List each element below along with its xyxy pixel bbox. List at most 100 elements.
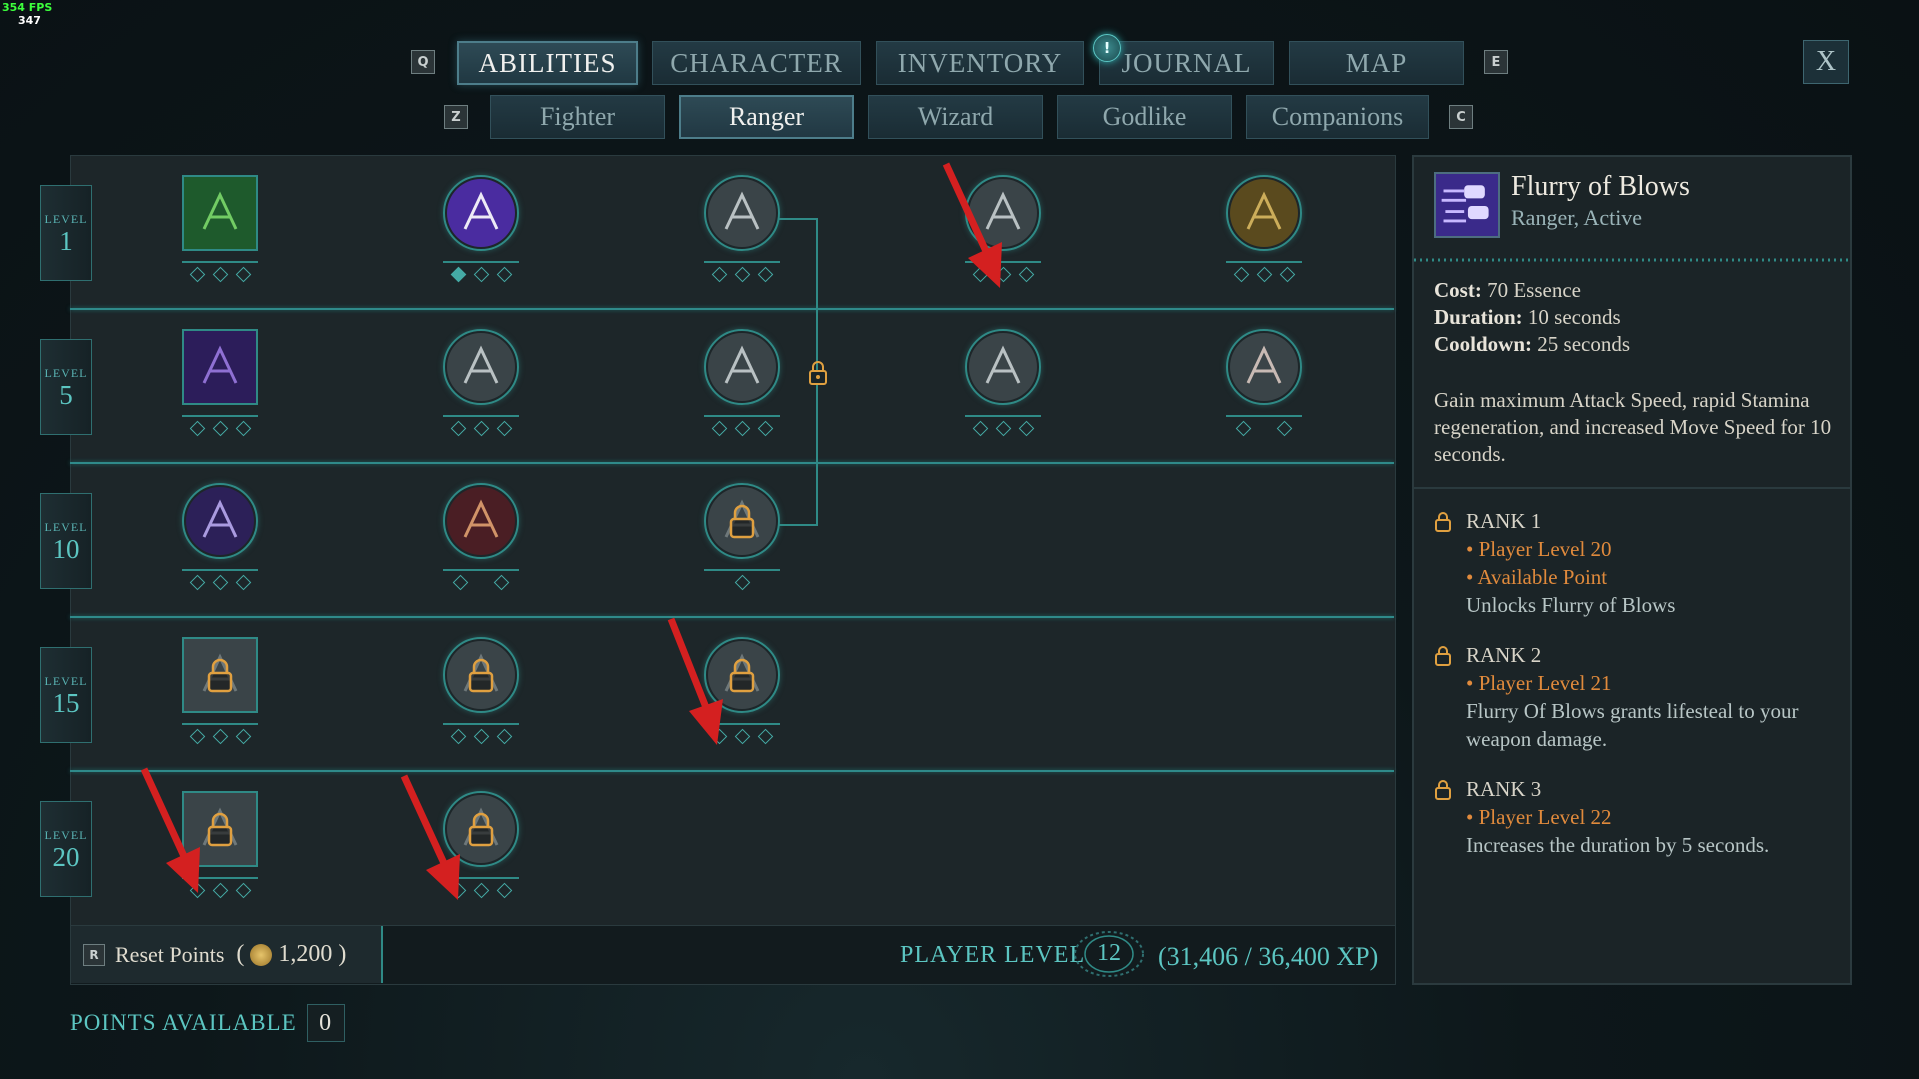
close-button[interactable]: X (1803, 40, 1849, 84)
rank-underline (965, 415, 1041, 417)
rank-pip (493, 574, 510, 591)
divider (1414, 258, 1850, 262)
subtab-companions[interactable]: Companions (1246, 95, 1429, 139)
rank-underline (443, 261, 519, 263)
subtab-godlike[interactable]: Godlike (1057, 95, 1232, 139)
points-available: POINTS AVAILABLE 0 (70, 1004, 345, 1042)
rank-requirement: • Player Level 22 (1466, 805, 1612, 829)
level-badge: LEVEL 15 (40, 647, 92, 743)
ability-node[interactable] (182, 637, 258, 713)
ability-node[interactable] (704, 483, 780, 559)
ability-node[interactable] (443, 329, 519, 405)
row-separator (70, 770, 1394, 772)
tab-journal[interactable]: JOURNAL (1099, 41, 1274, 85)
divider (1414, 487, 1850, 489)
rank-pips (692, 574, 792, 591)
subtab-fighter[interactable]: Fighter (490, 95, 665, 139)
rank-pips (170, 574, 270, 591)
ability-node[interactable] (182, 175, 258, 251)
duration-value: 10 seconds (1527, 305, 1621, 329)
fps-label: 354 FPS (2, 1, 53, 14)
rank-pip (734, 266, 750, 283)
cooldown-value: 25 seconds (1537, 332, 1631, 356)
level-word: LEVEL (44, 211, 88, 226)
rank-pip (450, 420, 466, 437)
rank-pip (1235, 420, 1252, 437)
flurry-fists-icon (1434, 172, 1500, 238)
rank-underline (182, 415, 258, 417)
tab-inventory[interactable]: INVENTORY (876, 41, 1084, 85)
ability-node[interactable] (704, 329, 780, 405)
ability-node[interactable] (443, 637, 519, 713)
key-hint-q[interactable]: Q (411, 50, 435, 74)
cost-value: 70 Essence (1487, 278, 1581, 302)
reset-points-button[interactable]: R Reset Points (1,200) (71, 926, 383, 983)
rank-pip (972, 420, 988, 437)
prerequisite-connector (778, 218, 818, 220)
rank-underline (182, 569, 258, 571)
lock-icon (1435, 646, 1451, 666)
ability-node[interactable] (443, 483, 519, 559)
rank-pip (212, 728, 228, 745)
rank-requirement: • Available Point (1466, 565, 1608, 589)
rank-pip (235, 728, 251, 745)
rank-pip (757, 266, 773, 283)
ability-description: Gain maximum Attack Speed, rapid Stamina… (1434, 388, 1832, 466)
running-figure-icon (184, 331, 256, 403)
rank-pip (734, 728, 750, 745)
rank-requirement: • Player Level 20 (1466, 537, 1612, 561)
key-hint-c[interactable]: C (1449, 105, 1473, 129)
rank-underline (443, 723, 519, 725)
red-arrow-icon (667, 617, 723, 745)
rank-pip (235, 882, 251, 899)
rank-pip (473, 420, 489, 437)
fps-counter: 354 FPS 347 (2, 1, 52, 27)
tab-map[interactable]: MAP (1289, 41, 1464, 85)
ability-node[interactable] (704, 175, 780, 251)
rank-pips (170, 266, 270, 283)
ability-node[interactable] (1226, 329, 1302, 405)
cost-label: Cost: (1434, 278, 1482, 302)
locked-chevron-icon (447, 641, 515, 709)
level-word: LEVEL (44, 673, 88, 688)
level-badge: LEVEL 1 (40, 185, 92, 281)
rank-pip (235, 574, 251, 591)
key-hint-e[interactable]: E (1484, 50, 1508, 74)
ability-node[interactable] (1226, 175, 1302, 251)
golden-wing-icon (1230, 179, 1298, 247)
red-arrows-icon (447, 487, 515, 555)
rank-underline (704, 261, 780, 263)
rank-pip (1256, 266, 1272, 283)
tab-abilities[interactable]: ABILITIES (457, 41, 638, 85)
red-arrow-icon (942, 162, 1002, 288)
rank-pip (1018, 420, 1034, 437)
green-vine-icon (184, 177, 256, 249)
rank-pip (212, 420, 228, 437)
reset-cost-value: 1,200 (278, 941, 333, 967)
red-arrow-icon (140, 767, 200, 893)
rank-2: RANK 2 • Player Level 21 Flurry Of Blows… (1434, 641, 1834, 753)
rank-pip (189, 420, 205, 437)
level-word: LEVEL (44, 365, 88, 380)
rank-pip (450, 266, 466, 283)
rank-pips (1214, 420, 1314, 437)
rank-pip (496, 882, 512, 899)
rank-pip (212, 266, 228, 283)
rank-pips (953, 420, 1053, 437)
tab-character[interactable]: CHARACTER (652, 41, 861, 85)
rank-pip (757, 420, 773, 437)
rank-3: RANK 3 • Player Level 22 Increases the d… (1434, 775, 1769, 859)
rank-effect: Increases the duration by 5 seconds. (1466, 833, 1770, 857)
ability-node[interactable] (443, 175, 519, 251)
ability-node[interactable] (182, 483, 258, 559)
red-arrow-icon (400, 774, 460, 900)
rank-pip (757, 728, 773, 745)
rank-pip (496, 420, 512, 437)
subtab-wizard[interactable]: Wizard (868, 95, 1043, 139)
subtab-ranger[interactable]: Ranger (679, 95, 854, 139)
level-word: LEVEL (44, 519, 88, 534)
level-number: 10 (52, 533, 80, 564)
ability-node[interactable] (965, 329, 1041, 405)
ability-node[interactable] (182, 329, 258, 405)
key-hint-z[interactable]: Z (444, 105, 468, 129)
